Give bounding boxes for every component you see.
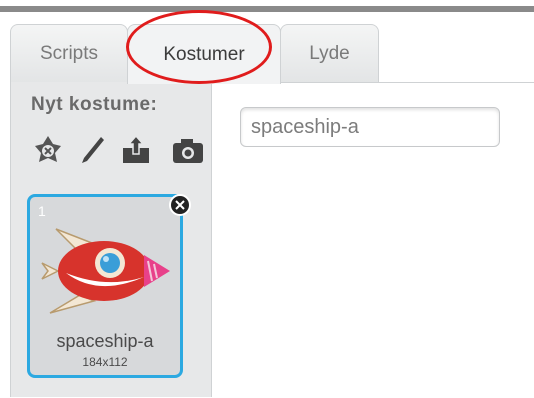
tab-scripts-label: Scripts <box>39 42 99 64</box>
new-costume-tools <box>31 132 211 172</box>
costume-name: spaceship-a <box>56 331 154 351</box>
costume-number: 1 <box>38 203 46 219</box>
tab-bar: Scripts Kostumer Lyde <box>0 12 534 84</box>
costumes-panel: Nyt kostume: 1 spaceship-a 184x112 space… <box>10 82 534 398</box>
tab-costumes-label: Kostumer <box>163 43 245 65</box>
costume-editor <box>212 82 534 398</box>
delete-costume-icon[interactable] <box>169 194 191 216</box>
costume-thumbnail <box>36 221 176 321</box>
costume-name-input[interactable] <box>240 107 500 147</box>
upload-icon[interactable] <box>119 132 153 168</box>
new-costume-label: Nyt kostume: <box>31 94 158 115</box>
tab-scripts[interactable]: Scripts <box>10 24 128 82</box>
tab-sounds[interactable]: Lyde <box>280 24 379 82</box>
costume-item[interactable]: 1 spaceship-a 184x112 <box>27 194 191 378</box>
costume-sidebar: Nyt kostume: 1 spaceship-a 184x112 <box>11 82 212 397</box>
tab-sounds-label: Lyde <box>309 42 350 64</box>
costume-size: 184x112 <box>82 355 128 369</box>
paint-brush-icon[interactable] <box>75 132 109 168</box>
paint-costume-library-icon[interactable] <box>31 132 65 168</box>
camera-icon[interactable] <box>171 132 205 168</box>
tab-costumes[interactable]: Kostumer <box>127 24 281 84</box>
